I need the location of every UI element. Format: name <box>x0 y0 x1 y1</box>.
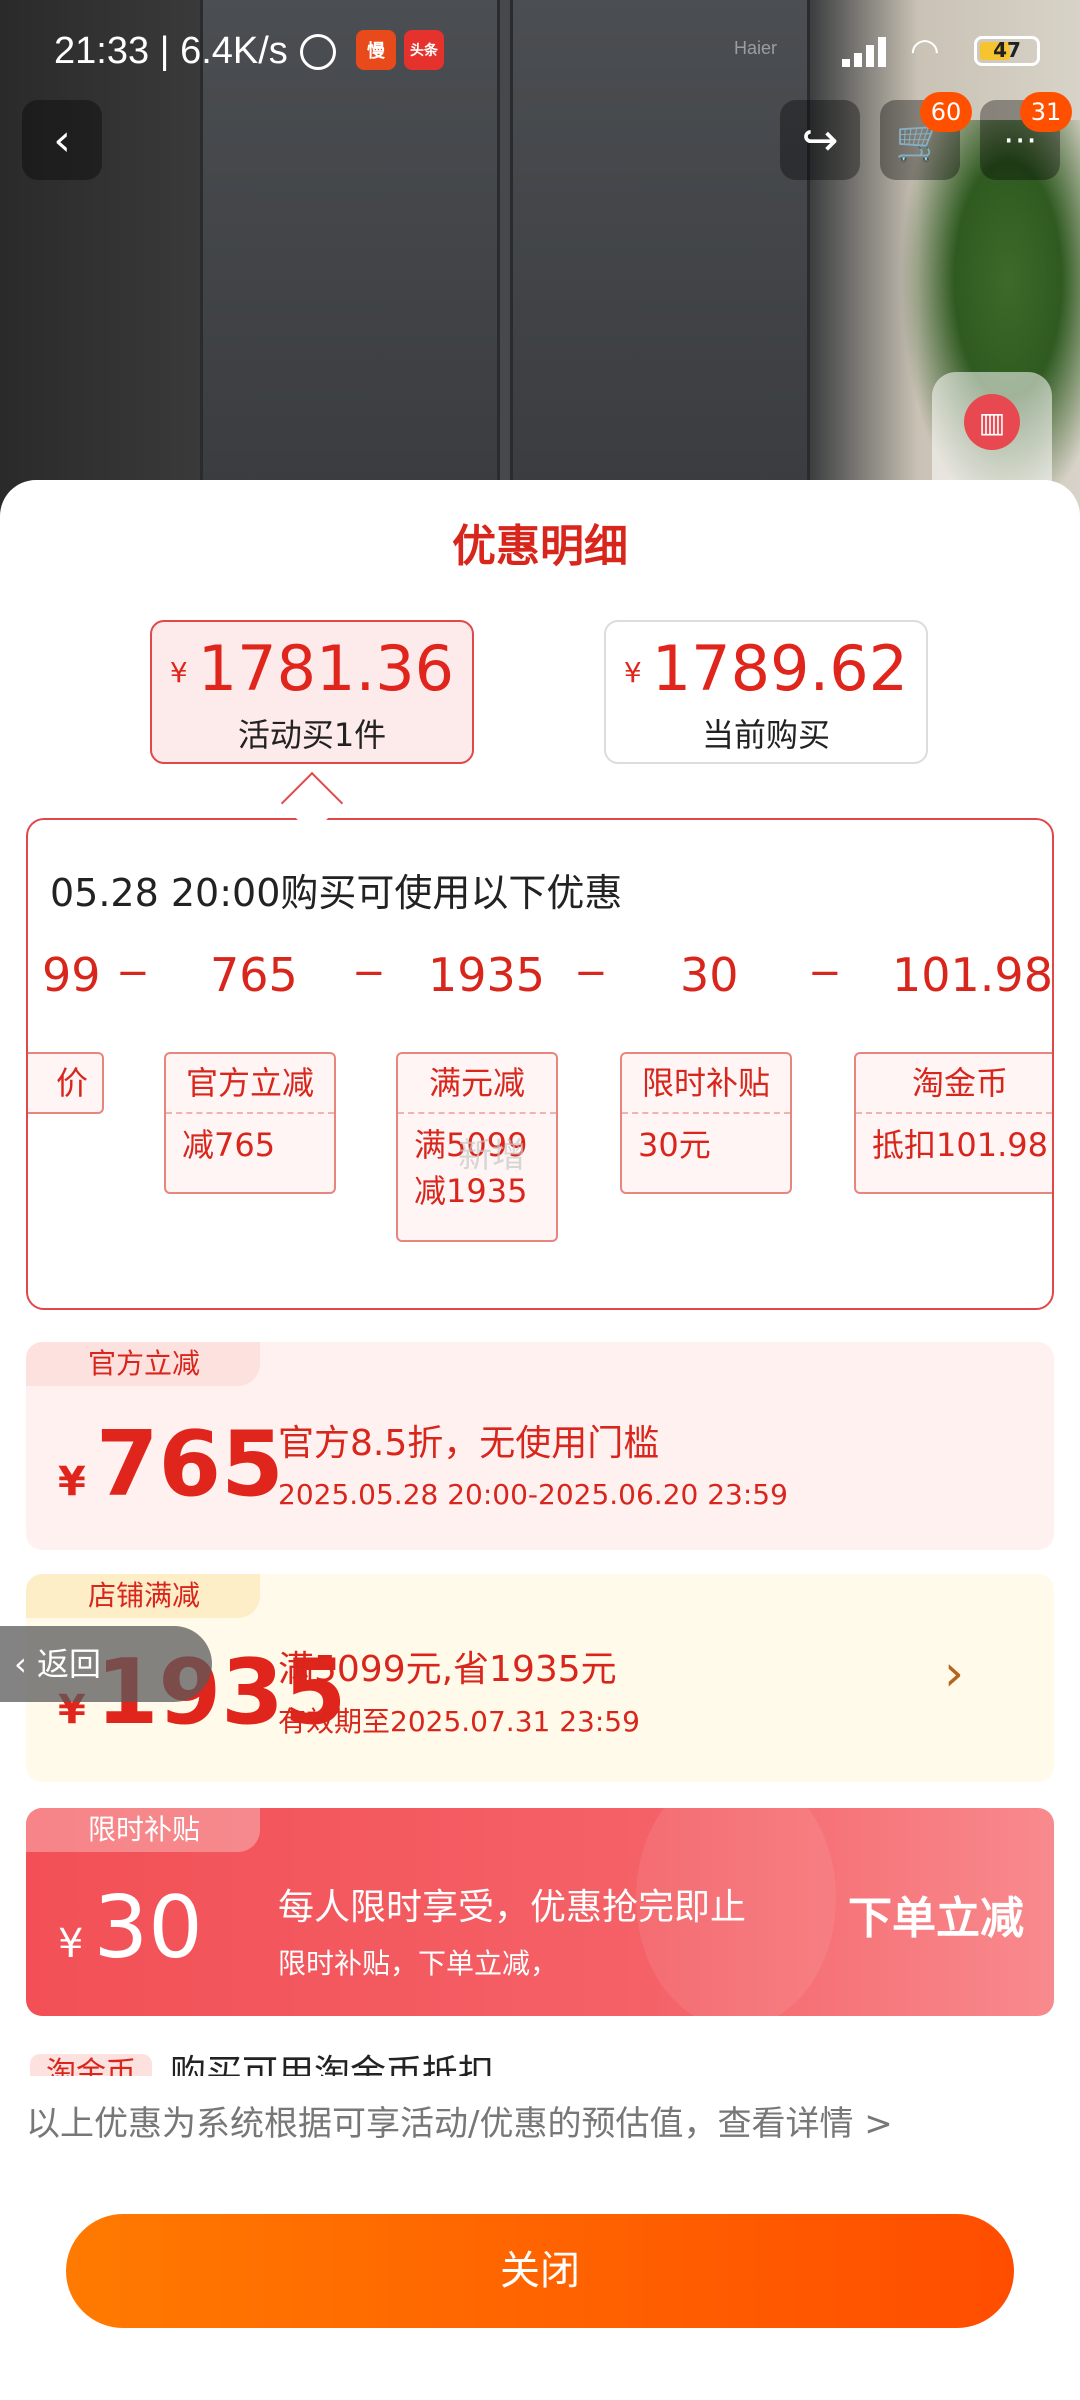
coupon-taobao-coins[interactable]: 淘金币 购买可用淘金币抵扣 <box>26 2036 1054 2076</box>
battery-level: 47 <box>993 38 1021 62</box>
chip-value: 抵扣101.98 <box>872 1126 1048 1164</box>
minus-operator: − <box>574 950 608 996</box>
discount-detail-sheet: 优惠明细 ¥1781.36 活动买1件 ¥1789.62 当前购买 05.28 … <box>0 480 1080 2400</box>
toutiao-notification-icon: 头条 <box>404 30 444 70</box>
coupon-subtitle: 限时补贴，下单立减， <box>278 1947 559 1980</box>
chip-official-discount[interactable]: 官方立减 减765 <box>164 1052 336 1194</box>
minus-operator: − <box>352 950 386 996</box>
cart-button[interactable]: 🛒 60 <box>880 92 972 180</box>
formula-value: 765 <box>210 948 298 1002</box>
minus-operator: − <box>808 950 842 996</box>
tab-label: 活动买1件 <box>237 715 387 754</box>
breakdown-heading: 05.28 20:00购买可使用以下优惠 <box>50 871 623 915</box>
chip-title: 满元减 <box>398 1054 556 1114</box>
currency-symbol: ¥ <box>623 655 642 689</box>
wifi-icon: ◠ <box>910 31 940 71</box>
coupon-limited-subsidy[interactable]: 限时补贴 ¥30 每人限时享受，优惠抢完即止 限时补贴，下单立减， 下单立减 <box>26 1808 1054 2016</box>
share-button[interactable]: ↪ <box>780 100 860 180</box>
chip-value: 30元 <box>638 1126 711 1164</box>
tab-activity-buy-one[interactable]: ¥1781.36 活动买1件 <box>150 620 474 764</box>
coupon-validity: 有效期至2025.07.31 23:59 <box>278 1705 640 1738</box>
signal-icon <box>842 35 890 67</box>
coupon-title: 满5099元,省1935元 <box>278 1649 617 1690</box>
back-button[interactable]: ‹ <box>22 100 102 180</box>
coupon-amount-value: 765 <box>95 1412 284 1517</box>
formula-value: 99 <box>42 948 101 1002</box>
coupon-title: 官方8.5折，无使用门槛 <box>278 1423 660 1464</box>
more-button[interactable]: ⋯ 31 <box>980 92 1072 180</box>
currency-symbol: ¥ <box>169 655 188 689</box>
coupon-amount: ¥30 <box>58 1878 203 1978</box>
message-badge: 31 <box>1020 92 1072 132</box>
coupon-title: 每人限时享受，优惠抢完即止 <box>278 1887 747 1928</box>
chip-title: 限时补贴 <box>622 1054 790 1114</box>
currency-symbol: ¥ <box>58 1921 84 1967</box>
close-button[interactable]: 关闭 <box>66 2214 1014 2328</box>
formula-value: 1935 <box>428 948 546 1002</box>
status-bar: 21:33 | 6.4K/s 慢 头条 ◠ 47 <box>0 0 1080 100</box>
watermark-text: 新增 <box>458 1136 526 1176</box>
order-discount-label: 下单立减 <box>848 1893 1024 1944</box>
coupon-tag: 淘金币 <box>30 2054 152 2076</box>
estimate-note-link[interactable]: 以上优惠为系统根据可享活动/优惠的预估值，查看详情 > <box>26 2096 893 2145</box>
coupon-amount: ¥765 <box>58 1412 284 1517</box>
coupon-tag: 官方立减 <box>26 1342 261 1386</box>
alarm-icon <box>300 34 336 70</box>
chevron-right-icon[interactable]: › <box>944 1644 964 1702</box>
tab-price: 1789.62 <box>651 632 909 705</box>
tab-current-purchase[interactable]: ¥1789.62 当前购买 <box>604 620 928 764</box>
chip-title: 淘金币 <box>856 1054 1052 1114</box>
chip-title: 官方立减 <box>166 1054 334 1114</box>
formula-value: 30 <box>680 948 739 1002</box>
coupon-amount-value: 30 <box>93 1878 203 1978</box>
bar-chart-icon: ▥ <box>964 394 1020 450</box>
return-floating-button[interactable]: ‹ 返回 <box>0 1626 212 1702</box>
app-notification-icon: 慢 <box>356 30 396 70</box>
chevron-left-icon: ‹ <box>53 114 71 166</box>
formula-value: 101.98 <box>892 948 1053 1002</box>
share-icon: ↪ <box>801 114 839 166</box>
chip-original-price[interactable]: 价 <box>28 1052 104 1114</box>
chip-limited-subsidy[interactable]: 限时补贴 30元 <box>620 1052 792 1194</box>
minus-operator: − <box>116 950 150 996</box>
coupon-tag: 店铺满减 <box>26 1574 261 1618</box>
sheet-title: 优惠明细 <box>452 521 628 572</box>
chip-value: 减765 <box>182 1126 276 1164</box>
tab-price: 1781.36 <box>197 632 455 705</box>
discount-formula[interactable]: 99 − 765 − 1935 − 30 − 101.98 <box>28 948 1053 1008</box>
coupon-official-discount[interactable]: 官方立减 ¥765 官方8.5折，无使用门槛 2025.05.28 20:00-… <box>26 1342 1054 1550</box>
cart-badge: 60 <box>920 92 972 132</box>
currency-symbol: ¥ <box>58 1459 86 1505</box>
battery-icon: 47 <box>974 36 1040 66</box>
chip-taobao-coins[interactable]: 淘金币 抵扣101.98 <box>854 1052 1052 1194</box>
status-time: 21:33 | 6.4K/s <box>54 30 288 72</box>
coupon-tag: 限时补贴 <box>26 1808 261 1852</box>
tab-label: 当前购买 <box>701 715 830 754</box>
coupon-validity: 2025.05.28 20:00-2025.06.20 23:59 <box>278 1478 788 1511</box>
chip-title: 价 <box>55 1064 88 1102</box>
coupon-title: 购买可用淘金币抵扣 <box>170 2053 495 2076</box>
discount-breakdown-box: 05.28 20:00购买可使用以下优惠 99 − 765 − 1935 − 3… <box>26 818 1054 1310</box>
